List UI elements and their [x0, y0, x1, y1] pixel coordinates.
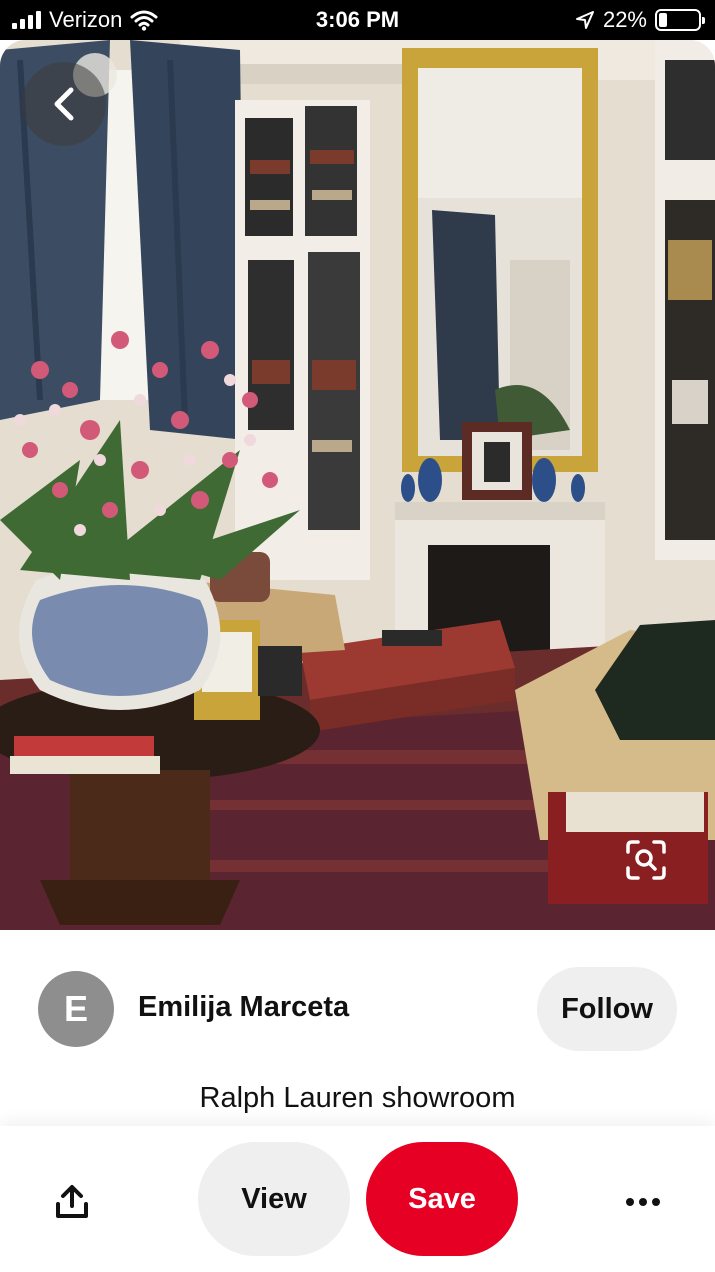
- location-arrow-icon: [575, 11, 594, 29]
- back-button[interactable]: [22, 62, 106, 146]
- status-bar: Verizon 3:06 PM 22%: [0, 0, 715, 40]
- avatar[interactable]: E: [38, 971, 114, 1047]
- pin-image[interactable]: [0, 40, 715, 930]
- battery-icon: [655, 9, 705, 31]
- follow-button[interactable]: Follow: [537, 967, 677, 1051]
- room-photo-illustration: [0, 40, 715, 930]
- visual-search-button[interactable]: [606, 820, 686, 900]
- battery-percent: 22%: [602, 7, 647, 32]
- share-button[interactable]: [46, 1176, 98, 1228]
- creator-row: E Emilija Marceta Follow: [0, 965, 715, 1055]
- creator-name[interactable]: Emilija Marceta: [138, 991, 349, 1024]
- status-right: 22%: [575, 7, 705, 33]
- more-dots-icon[interactable]: [614, 1176, 672, 1228]
- pin-title: Ralph Lauren showroom: [199, 1082, 516, 1114]
- share-icon: [56, 1185, 88, 1218]
- action-bar: View Save: [0, 1126, 715, 1272]
- save-button[interactable]: Save: [366, 1142, 518, 1256]
- view-button[interactable]: View: [198, 1142, 350, 1256]
- visual-search-icon: [626, 840, 666, 880]
- back-arrow-icon: [54, 87, 74, 121]
